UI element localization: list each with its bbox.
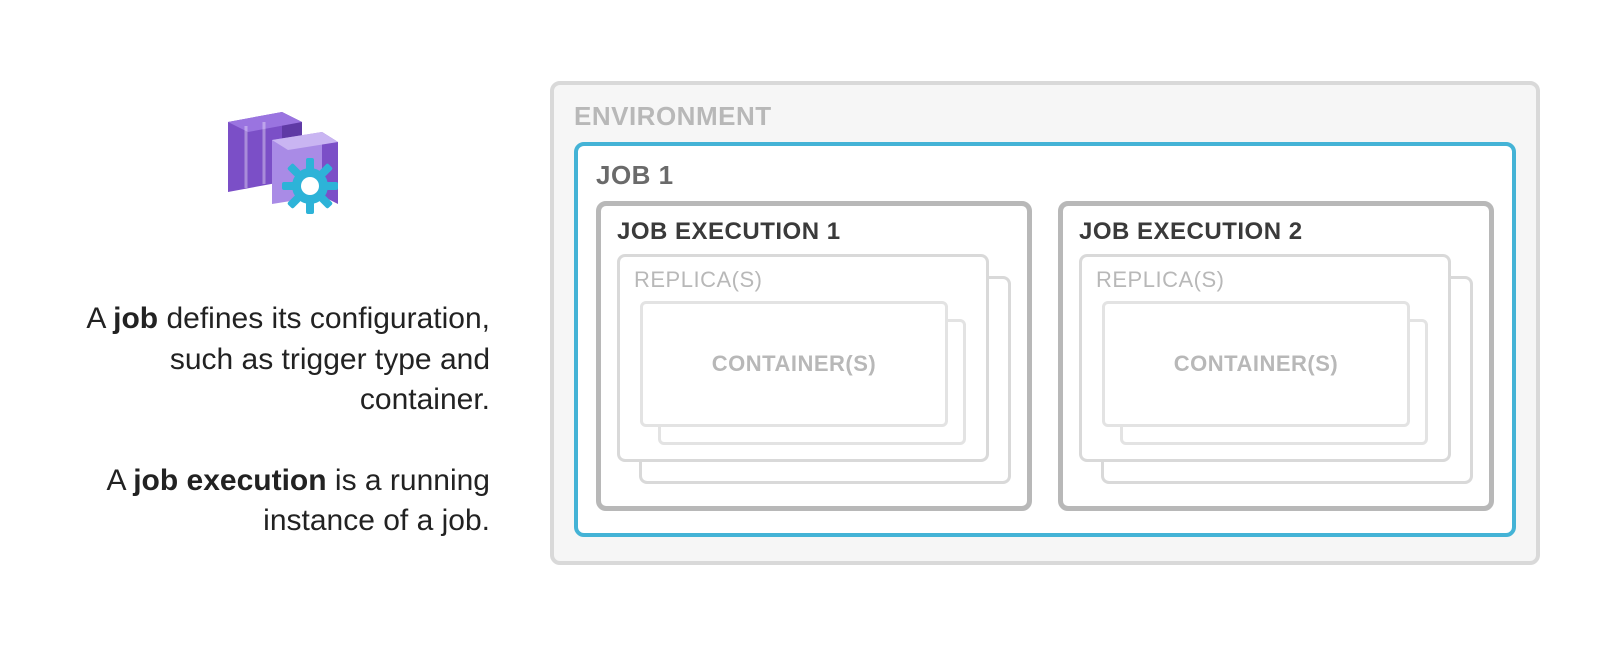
environment-box: ENVIRONMENT JOB 1 JOB EXECUTION 1 REPLIC…: [550, 81, 1540, 565]
job-execution-label: JOB EXECUTION 2: [1079, 218, 1473, 246]
container-label: CONTAINER(S): [1174, 351, 1338, 377]
text-bold: job: [113, 302, 158, 335]
job-label: JOB 1: [596, 160, 1494, 191]
diagram-stage: A job defines its configuration, such as…: [0, 0, 1600, 646]
replica-stack: REPLICA(S) CONTAINER(S): [1079, 254, 1473, 484]
description-paragraph-2: A job execution is a running instance of…: [80, 461, 490, 542]
environment-label: ENVIRONMENT: [574, 101, 1516, 132]
right-column: ENVIRONMENT JOB 1 JOB EXECUTION 1 REPLIC…: [550, 81, 1600, 565]
replica-stack: REPLICA(S) CONTAINER(S): [617, 254, 1011, 484]
container-box-front: CONTAINER(S): [640, 301, 948, 427]
text: A: [107, 464, 134, 497]
replica-label: REPLICA(S): [634, 267, 972, 293]
job-executions-row: JOB EXECUTION 1 REPLICA(S) CONTAINER(S): [596, 201, 1494, 511]
text: defines its configuration, such as trigg…: [158, 302, 490, 416]
left-column: A job defines its configuration, such as…: [0, 104, 550, 542]
container-box-front: CONTAINER(S): [1102, 301, 1410, 427]
container-stack: CONTAINER(S): [640, 301, 966, 445]
job-box: JOB 1 JOB EXECUTION 1 REPLICA(S): [574, 142, 1516, 537]
job-execution-label: JOB EXECUTION 1: [617, 218, 1011, 246]
description-text: A job defines its configuration, such as…: [80, 299, 490, 542]
text-bold: job execution: [133, 464, 326, 497]
replica-box-front: REPLICA(S) CONTAINER(S): [1079, 254, 1451, 462]
replica-label: REPLICA(S): [1096, 267, 1434, 293]
job-execution-box: JOB EXECUTION 2 REPLICA(S) CONTAINER(S): [1058, 201, 1494, 511]
description-paragraph-1: A job defines its configuration, such as…: [80, 299, 490, 421]
replica-box-front: REPLICA(S) CONTAINER(S): [617, 254, 989, 462]
text: A: [86, 302, 113, 335]
container-label: CONTAINER(S): [712, 351, 876, 377]
container-stack: CONTAINER(S): [1102, 301, 1428, 445]
job-execution-box: JOB EXECUTION 1 REPLICA(S) CONTAINER(S): [596, 201, 1032, 511]
container-apps-job-icon: [210, 104, 360, 229]
